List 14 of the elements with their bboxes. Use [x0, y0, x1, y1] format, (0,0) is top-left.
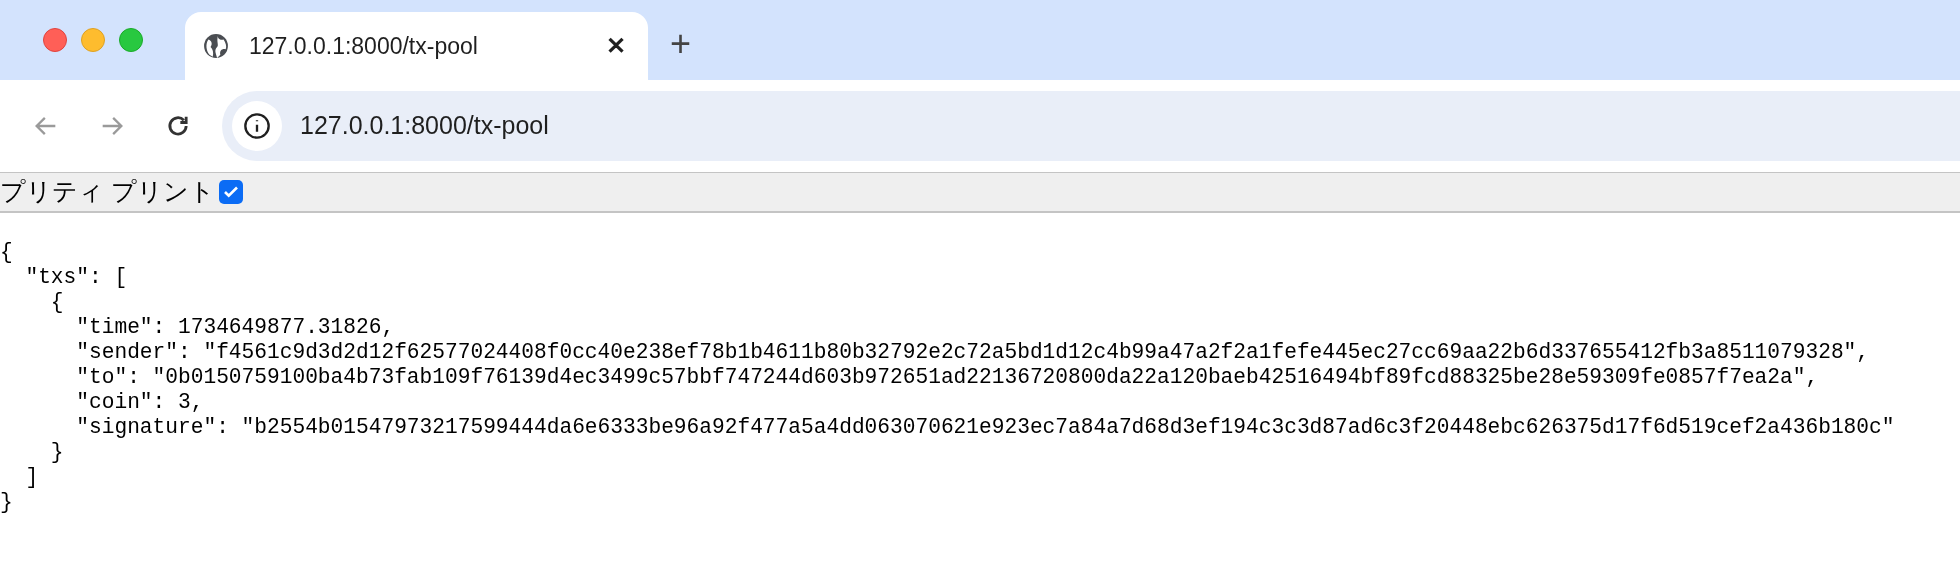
url-text: 127.0.0.1:8000/tx-pool	[300, 110, 549, 142]
minimize-window-icon[interactable]	[81, 28, 105, 52]
close-window-icon[interactable]	[43, 28, 67, 52]
close-tab-button[interactable]: ✕	[602, 28, 630, 64]
pretty-print-label: プリティ プリント	[0, 176, 215, 208]
maximize-window-icon[interactable]	[119, 28, 143, 52]
address-bar[interactable]: 127.0.0.1:8000/tx-pool	[222, 91, 1960, 161]
pretty-print-checkbox[interactable]	[218, 180, 243, 204]
browser-tab[interactable]: 127.0.0.1:8000/tx-pool ✕	[185, 12, 648, 80]
globe-icon	[203, 33, 229, 59]
json-text: { "txs": [ { "time": 1734649877.31826, "sender": "f4561c9d3d2d12f62577024408f0cc40e238ef78b1b4611b80b32792e2c72a5bd1d12c4b99a47a2f2a1fefe445ec27cc69aa22b6d337655412fb3a8511079328", "to": "0b0150759100ba4b73fab109f76139d4ec3499c57bbf747244d603b972651ad22136720800da22a120baeb42516494bf89fcd88325be28e59309fe0857f7ea2a", "coin": 3, "signature": "b2554b01547973217599444da6e6333be96a92f477a5a4dd063070621e923ec7a84a7d68d3ef194c3c3d87ad6c3f20448ebc626375d17f6d519cef2a436b180c" } ] }	[0, 240, 1896, 515]
info-icon[interactable]	[243, 112, 271, 140]
new-tab-button[interactable]: +	[670, 26, 692, 62]
tab-title: 127.0.0.1:8000/tx-pool	[249, 31, 479, 61]
